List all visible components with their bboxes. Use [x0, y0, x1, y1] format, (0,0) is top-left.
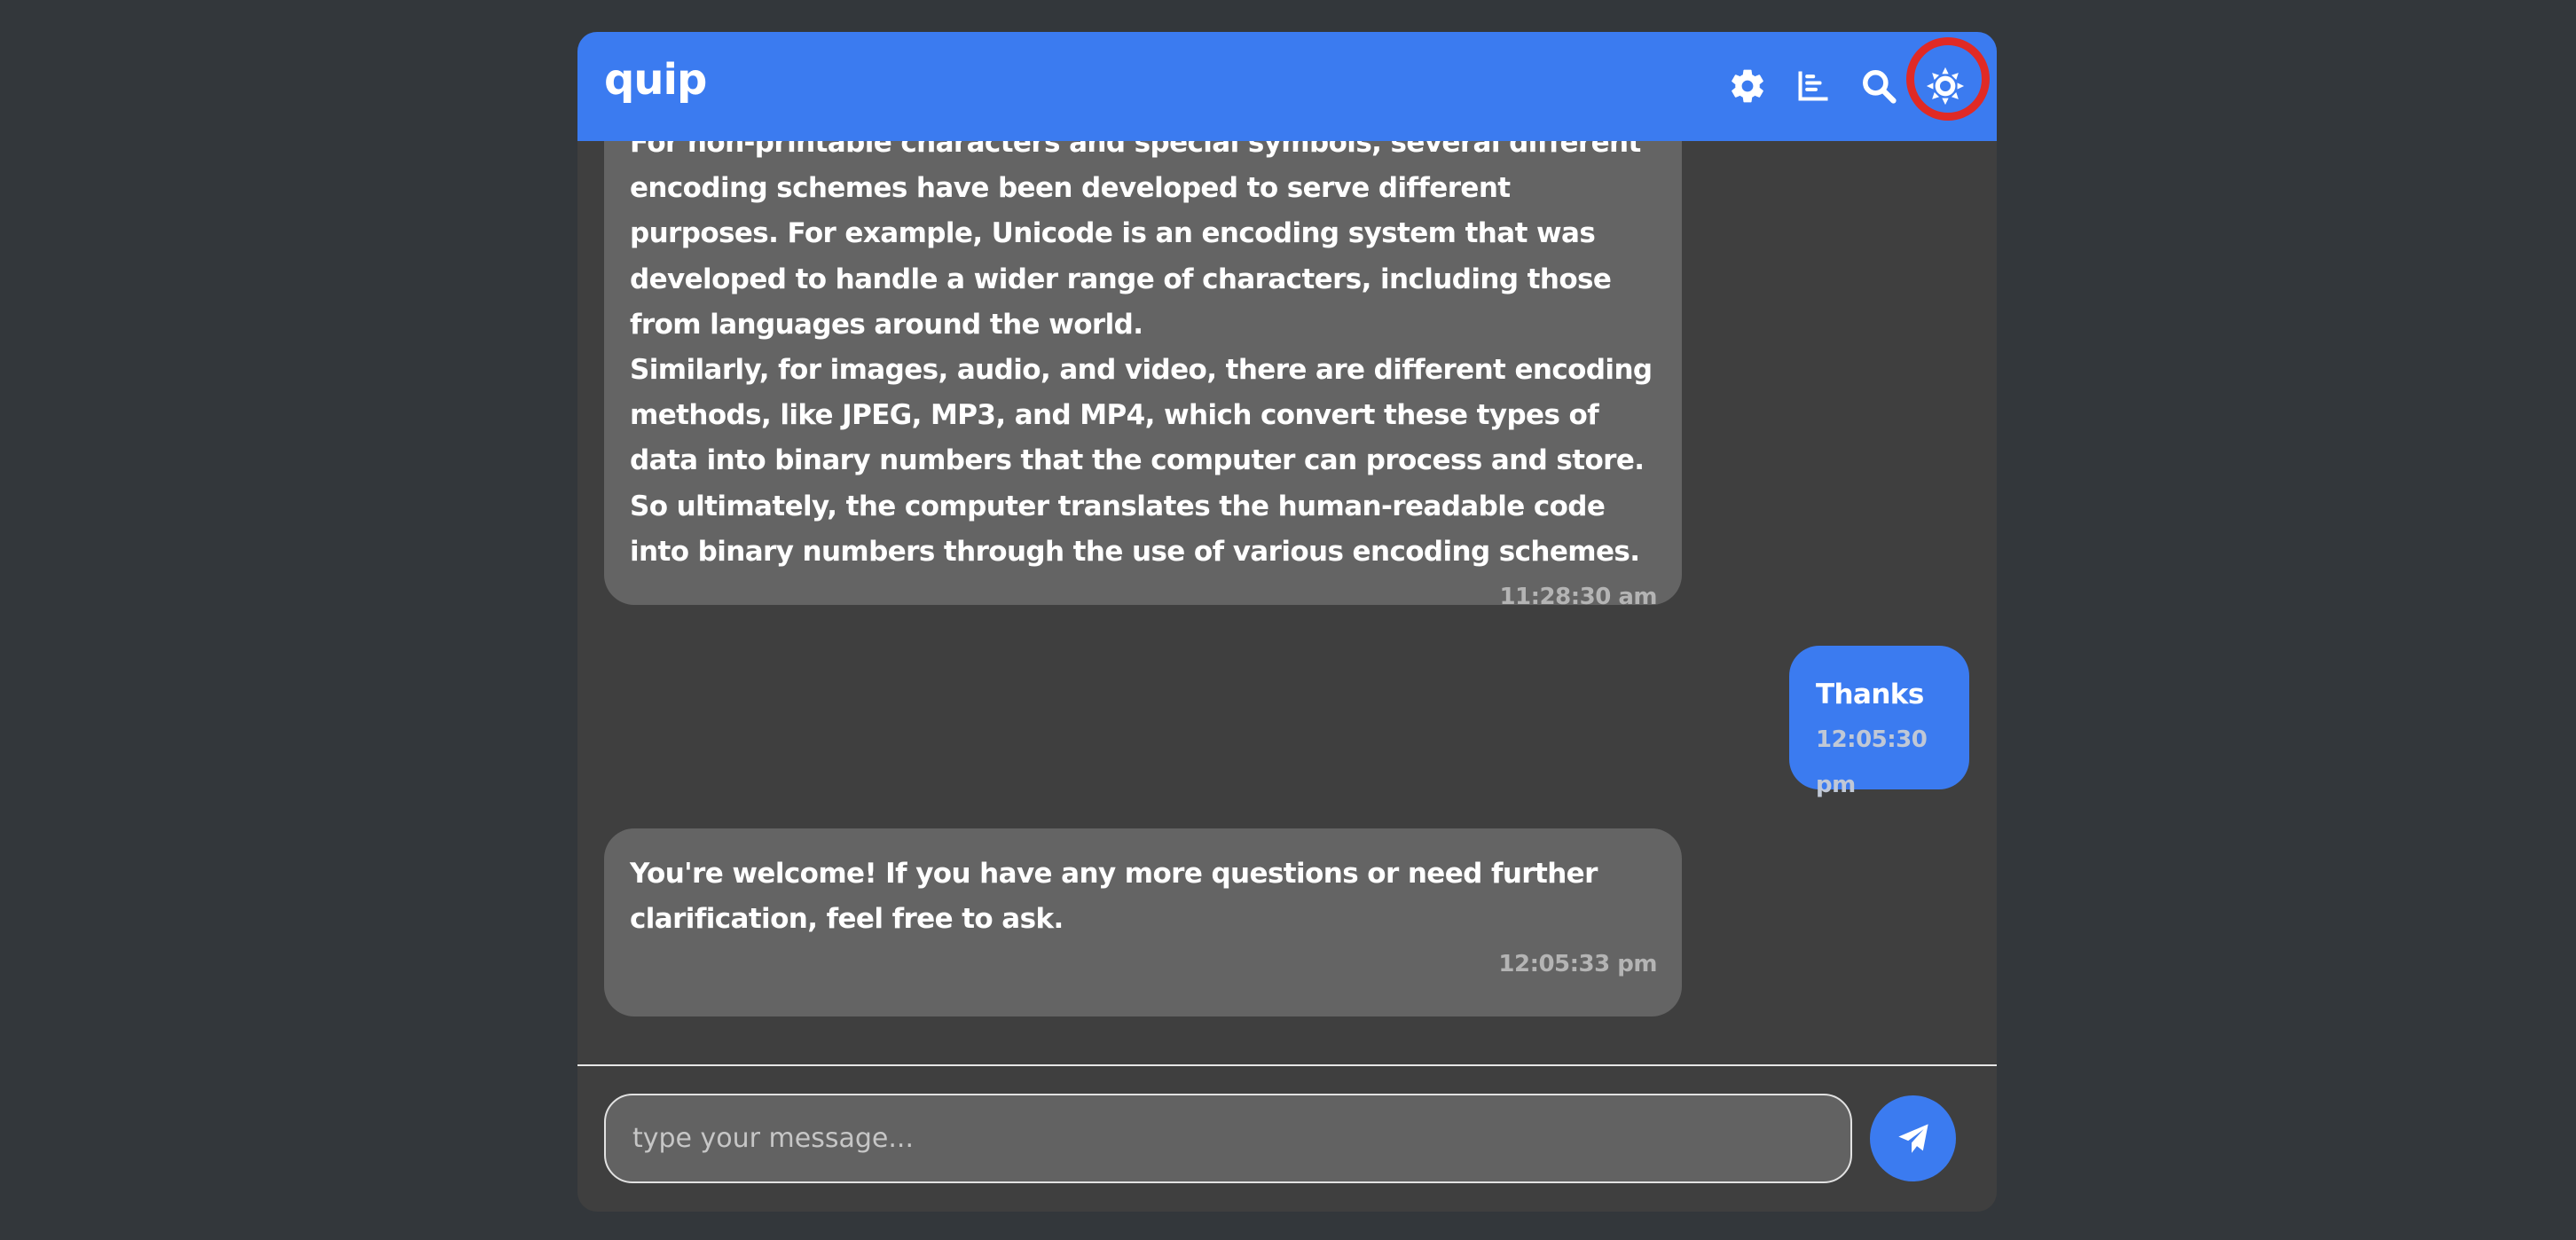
chat-window: For non-printable characters and special… [577, 32, 1997, 1212]
stats-button[interactable] [1793, 66, 1834, 106]
message-timestamp: 11:28:30 am [1499, 584, 1657, 611]
message-paragraph: For non-printable characters and special… [630, 127, 1641, 341]
settings-button[interactable] [1727, 66, 1768, 106]
app-logo: quip [604, 55, 707, 105]
composer-divider [577, 1064, 1997, 1066]
search-icon [1863, 70, 1897, 104]
theme-toggle-button[interactable] [1925, 66, 1966, 106]
message-paragraph: You're welcome! If you have any more que… [630, 858, 1598, 935]
message-timestamp: 12:05:33 pm [1498, 951, 1657, 977]
message-paragraph: Thanks [1816, 679, 1924, 710]
message-input[interactable] [604, 1094, 1852, 1183]
user-message: Thanks 12:05:30 pm [1789, 646, 1969, 798]
send-button[interactable] [1870, 1095, 1956, 1181]
bot-message: You're welcome! If you have any more que… [604, 828, 1682, 1016]
search-button[interactable] [1858, 66, 1899, 106]
message-paragraph: So ultimately, the computer translates t… [630, 490, 1640, 568]
gear-icon [1732, 69, 1763, 103]
message-paragraph: Similarly, for images, audio, and video,… [630, 354, 1653, 477]
app-header: quip [577, 32, 1997, 141]
sun-icon [1926, 67, 1965, 106]
message-timestamp: 12:05:30 pm [1816, 726, 1928, 798]
bar-chart-icon [1798, 71, 1828, 101]
paper-plane-icon [1897, 1123, 1928, 1153]
message-list[interactable]: For non-printable characters and special… [577, 32, 1997, 1065]
